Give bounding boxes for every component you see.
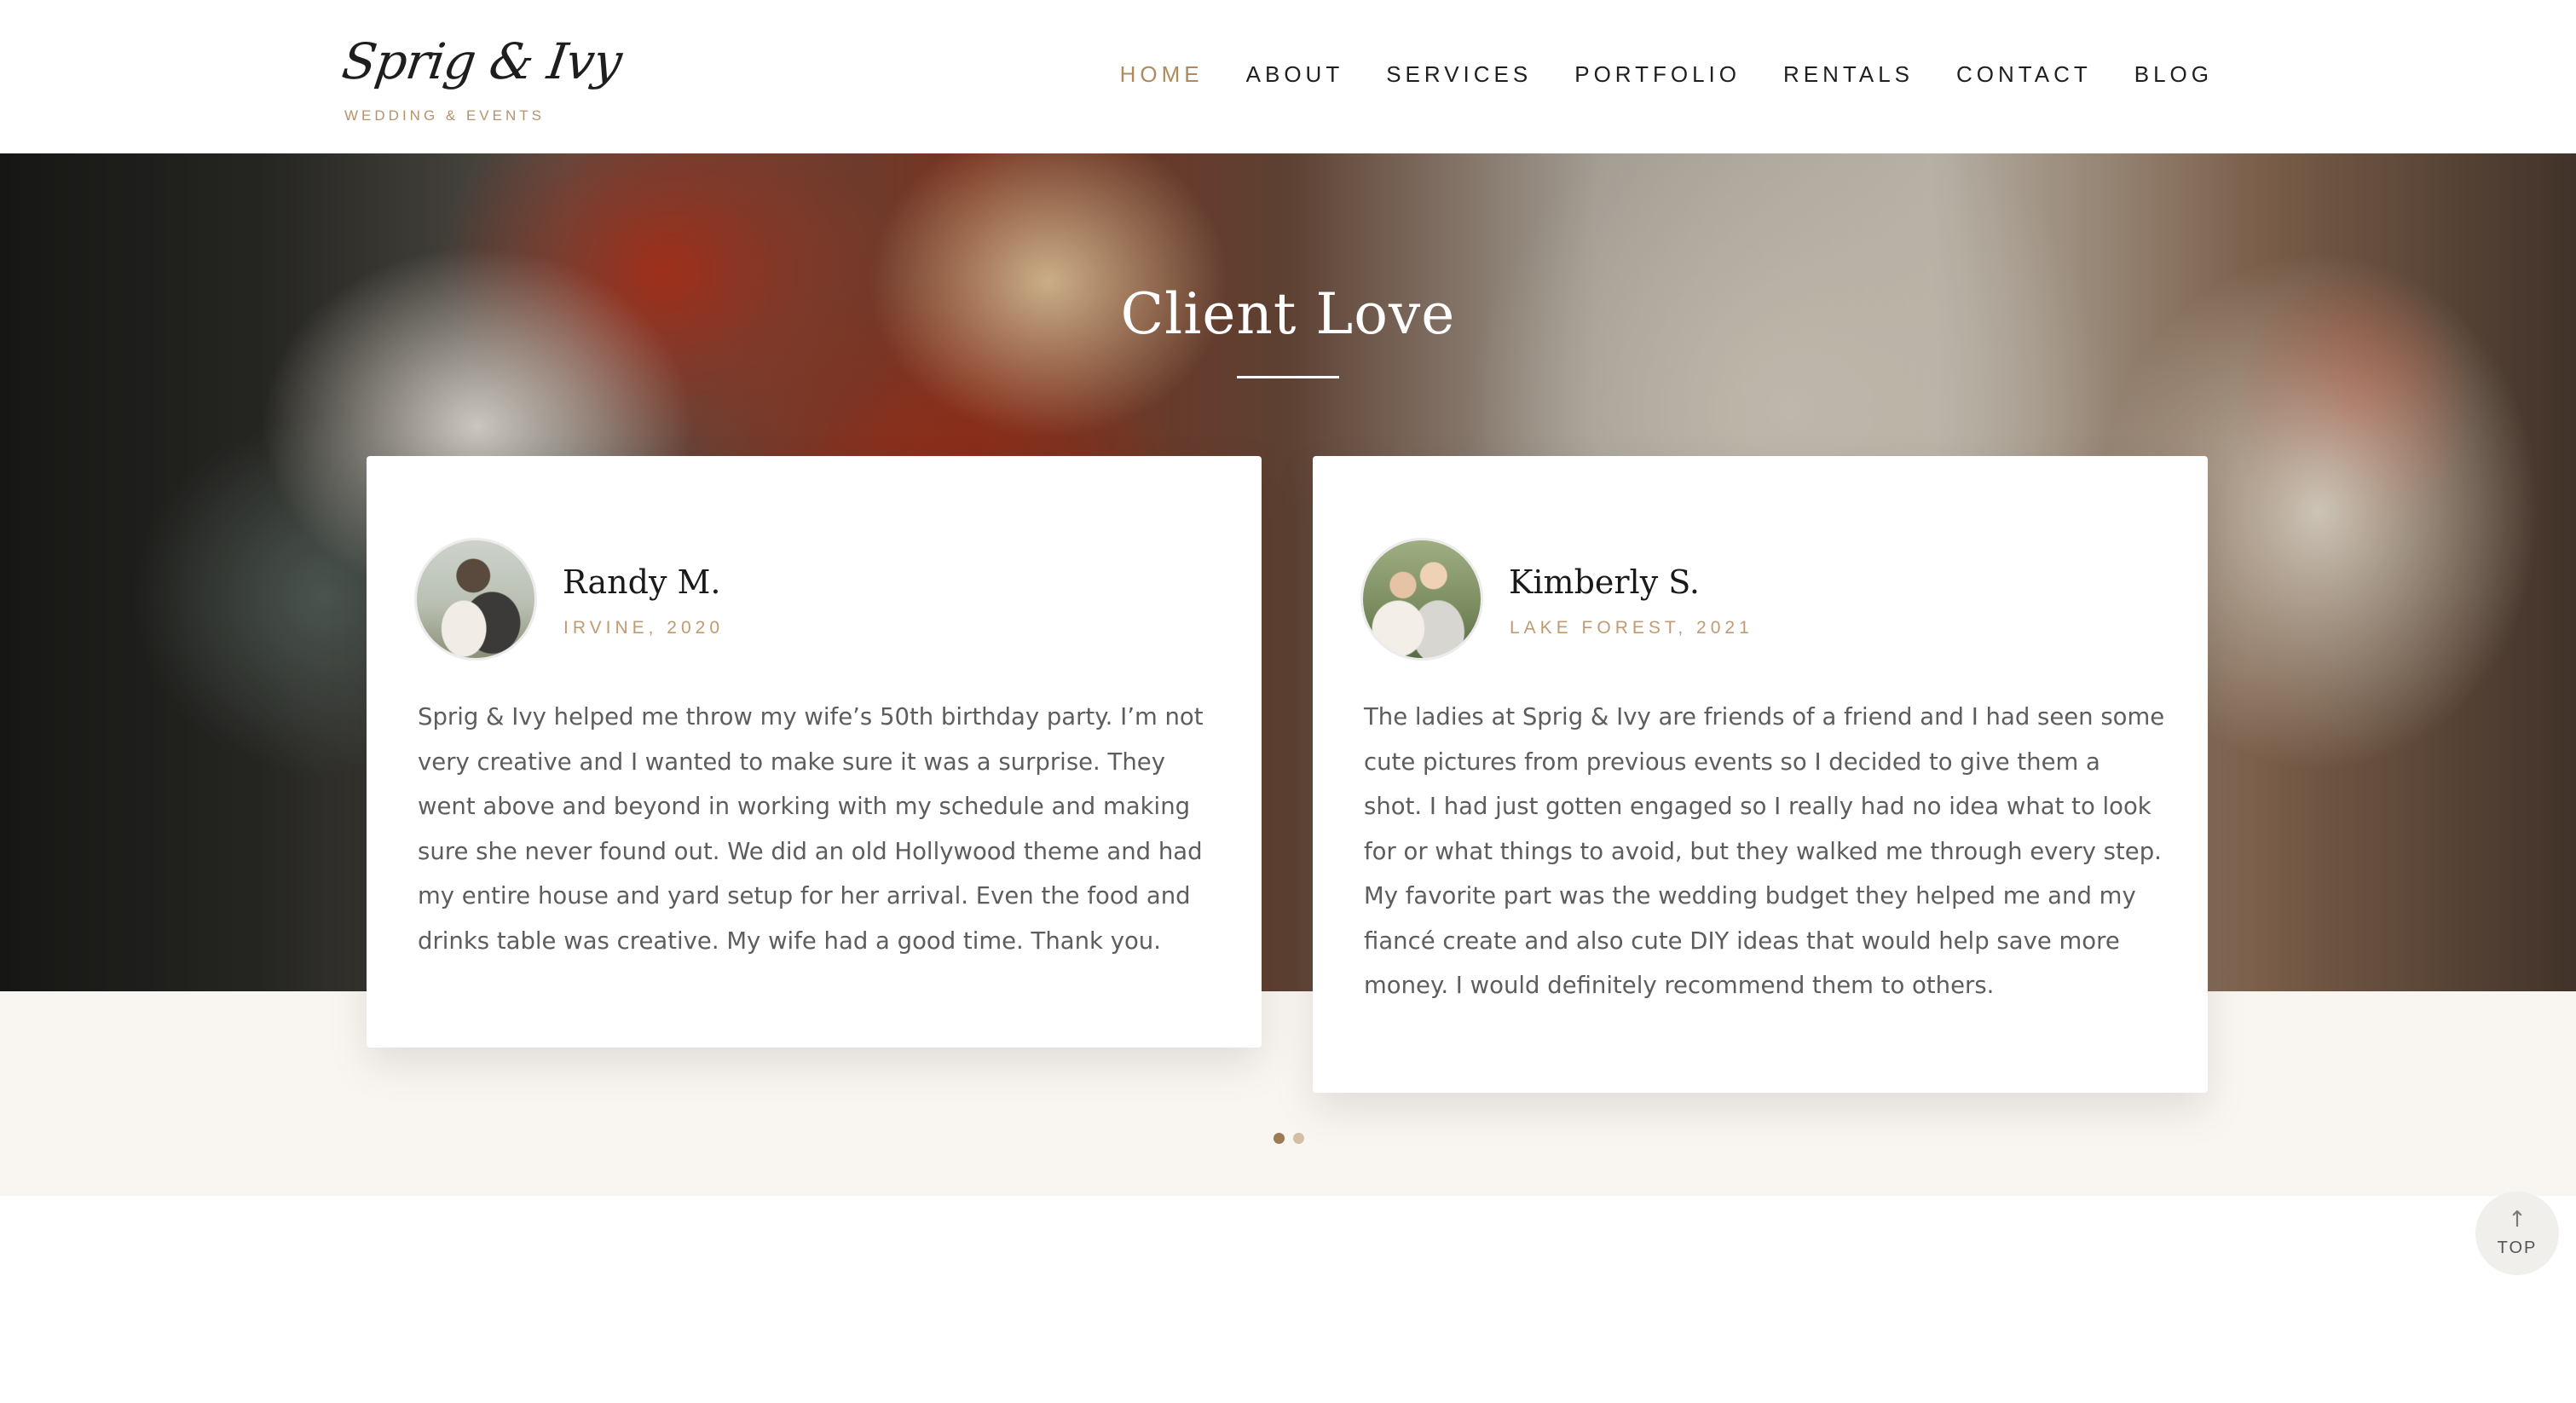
- testimonial-name: Randy M.: [563, 563, 721, 601]
- testimonial-meta: IRVINE, 2020: [563, 618, 725, 638]
- back-to-top-button[interactable]: ↑ TOP: [2475, 1192, 2559, 1275]
- back-to-top-label: TOP: [2497, 1238, 2538, 1257]
- site-header: Sprig & Ivy WEDDING & EVENTS HOME ABOUT …: [0, 0, 2576, 153]
- testimonial-card: Kimberly S. LAKE FOREST, 2021 The ladies…: [1313, 456, 2208, 1093]
- title-divider: [1237, 376, 1339, 378]
- testimonial-meta: LAKE FOREST, 2021: [1510, 618, 1753, 638]
- avatar: [414, 538, 537, 661]
- nav-item-contact[interactable]: CONTACT: [1956, 61, 2092, 88]
- nav-item-services[interactable]: SERVICES: [1386, 61, 1532, 88]
- arrow-up-icon: ↑: [2508, 1207, 2527, 1233]
- testimonial-card: Randy M. IRVINE, 2020 Sprig & Ivy helped…: [367, 456, 1262, 1048]
- carousel-dots: [1274, 1133, 1304, 1144]
- logo-wordmark: Sprig & Ivy: [338, 32, 625, 90]
- carousel-dot-1[interactable]: [1274, 1133, 1285, 1144]
- nav-item-home[interactable]: HOME: [1120, 61, 1204, 88]
- testimonial-quote: Sprig & Ivy helped me throw my wife’s 50…: [418, 703, 1204, 955]
- testimonial-quote: The ladies at Sprig & Ivy are friends of…: [1364, 703, 2165, 999]
- section-title: Client Love: [1120, 281, 1456, 347]
- nav-item-portfolio[interactable]: PORTFOLIO: [1574, 61, 1741, 88]
- nav-item-about[interactable]: ABOUT: [1246, 61, 1344, 88]
- main-nav: HOME ABOUT SERVICES PORTFOLIO RENTALS CO…: [1120, 61, 2213, 88]
- testimonial-name: Kimberly S.: [1509, 563, 1701, 601]
- nav-item-rentals[interactable]: RENTALS: [1783, 61, 1914, 88]
- logo[interactable]: Sprig & Ivy WEDDING & EVENTS: [338, 32, 625, 126]
- page: Sprig & Ivy WEDDING & EVENTS HOME ABOUT …: [0, 0, 2576, 1403]
- carousel-dot-2[interactable]: [1293, 1133, 1304, 1144]
- avatar: [1360, 538, 1483, 661]
- logo-tagline: WEDDING & EVENTS: [344, 107, 545, 124]
- nav-item-blog[interactable]: BLOG: [2134, 61, 2213, 88]
